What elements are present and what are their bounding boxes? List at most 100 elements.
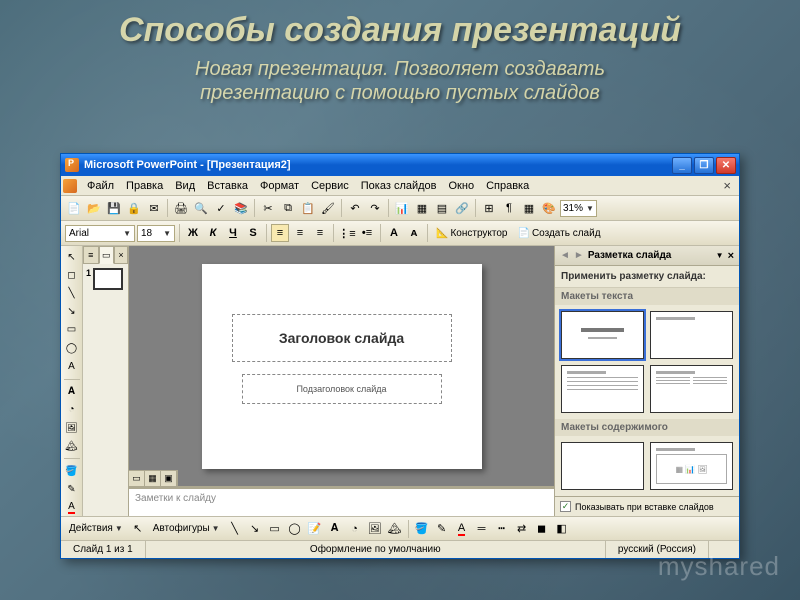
underline-button[interactable]: Ч	[224, 224, 242, 242]
doc-close-button[interactable]: ×	[717, 178, 737, 193]
outline-tab[interactable]: ≡	[83, 246, 99, 264]
table-button[interactable]: ▦	[413, 199, 431, 217]
bold-button[interactable]: Ж	[184, 224, 202, 242]
spell-button[interactable]: ✓	[212, 199, 230, 217]
menu-window[interactable]: Окно	[443, 178, 481, 194]
taskpane-title[interactable]: Разметка слайда	[588, 250, 712, 261]
bullets-button[interactable]: •≡	[358, 224, 376, 242]
arrow-button[interactable]: ↘	[246, 520, 264, 538]
tables-borders-button[interactable]: ▤	[433, 199, 451, 217]
taskpane-close-button[interactable]: ×	[728, 250, 734, 262]
wordart-tool[interactable]: 𝐀	[63, 383, 80, 399]
picture-tool[interactable]: 🏔	[63, 438, 80, 454]
normal-view-button[interactable]: ▭	[129, 471, 145, 486]
increase-font-button[interactable]: A	[385, 224, 403, 242]
close-button[interactable]: ✕	[716, 157, 736, 174]
align-right-button[interactable]: ≡	[311, 224, 329, 242]
rectangle-tool[interactable]: ▭	[63, 322, 80, 338]
layout-title-only[interactable]	[650, 311, 733, 359]
undo-button[interactable]: ↶	[346, 199, 364, 217]
grid-button[interactable]: ▦	[520, 199, 538, 217]
cut-button[interactable]: ✂	[259, 199, 277, 217]
designer-button[interactable]: 📐Конструктор	[432, 228, 511, 239]
align-center-button[interactable]: ≡	[291, 224, 309, 242]
new-slide-button[interactable]: 📄Создать слайд	[513, 228, 604, 239]
arrow-style-button[interactable]: ⇄	[513, 520, 531, 538]
menu-tools[interactable]: Сервис	[305, 178, 355, 194]
textbox-button[interactable]: 📝	[306, 520, 324, 538]
show-on-insert-checkbox[interactable]: ✓	[560, 501, 571, 512]
decrease-font-button[interactable]: ᴀ	[405, 224, 423, 242]
print-button[interactable]: 🖨	[172, 199, 190, 217]
oval-button[interactable]: ◯	[286, 520, 304, 538]
italic-button[interactable]: К	[204, 224, 222, 242]
layout-blank[interactable]	[561, 442, 644, 490]
permission-button[interactable]: 🔒	[125, 199, 143, 217]
oval-tool[interactable]: ◯	[63, 340, 80, 356]
fill-color-tool[interactable]: 🪣	[63, 463, 80, 479]
select-objects-button[interactable]: ↖	[129, 520, 147, 538]
layout-title-text[interactable]	[561, 365, 644, 413]
autoshapes-tool[interactable]: ◻	[63, 267, 80, 283]
actions-dropdown[interactable]: Действия ▼	[65, 523, 127, 534]
autoshapes-dropdown[interactable]: Автофигуры ▼	[149, 523, 224, 534]
font-color-tool[interactable]: A	[63, 500, 80, 516]
save-button[interactable]: 💾	[105, 199, 123, 217]
taskpane-back-button[interactable]: ◄	[560, 250, 570, 261]
layout-title-slide[interactable]	[561, 311, 644, 359]
tabs-close-button[interactable]: ×	[114, 246, 128, 264]
slides-tab[interactable]: ▭	[99, 246, 115, 264]
menu-view[interactable]: Вид	[169, 178, 201, 194]
insert-picture-button[interactable]: 🏔	[386, 520, 404, 538]
color-button[interactable]: 🎨	[540, 199, 558, 217]
line-tool[interactable]: ╲	[63, 285, 80, 301]
chart-button[interactable]: 📊	[393, 199, 411, 217]
menu-slideshow[interactable]: Показ слайдов	[355, 178, 443, 194]
new-button[interactable]: 📄	[65, 199, 83, 217]
fill-color-button[interactable]: 🪣	[413, 520, 431, 538]
subtitle-placeholder[interactable]: Подзаголовок слайда	[242, 374, 442, 404]
notes-area[interactable]: Заметки к слайду	[129, 486, 554, 516]
menu-file[interactable]: Файл	[81, 178, 120, 194]
sorter-view-button[interactable]: ▦	[145, 471, 161, 486]
line-color-button[interactable]: ✎	[433, 520, 451, 538]
slide-area[interactable]: Заголовок слайда Подзаголовок слайда ▭ ▦…	[129, 246, 554, 486]
3d-style-button[interactable]: ◧	[553, 520, 571, 538]
dash-style-button[interactable]: ┅	[493, 520, 511, 538]
line-color-tool[interactable]: ✎	[63, 482, 80, 498]
diagram-button[interactable]: ◔	[346, 520, 364, 538]
menu-edit[interactable]: Правка	[120, 178, 169, 194]
menu-format[interactable]: Формат	[254, 178, 305, 194]
paste-button[interactable]: 📋	[299, 199, 317, 217]
select-tool[interactable]: ↖	[63, 249, 80, 265]
clipart-button[interactable]: 🖼	[366, 520, 384, 538]
expand-button[interactable]: ⊞	[480, 199, 498, 217]
shadow-style-button[interactable]: ◼	[533, 520, 551, 538]
hyperlink-button[interactable]: 🔗	[453, 199, 471, 217]
research-button[interactable]: 📚	[232, 199, 250, 217]
layout-two-column[interactable]	[650, 365, 733, 413]
zoom-selector[interactable]: 31%▼	[560, 200, 597, 217]
slide-canvas[interactable]: Заголовок слайда Подзаголовок слайда	[202, 264, 482, 469]
wordart-button[interactable]: 𝐀	[326, 520, 344, 538]
slideshow-view-button[interactable]: ▣	[161, 471, 177, 486]
open-button[interactable]: 📂	[85, 199, 103, 217]
layout-content[interactable]: ▦ 📊 🖼	[650, 442, 733, 490]
font-selector[interactable]: Arial▼	[65, 225, 135, 242]
font-color-button[interactable]: A	[453, 520, 471, 538]
line-button[interactable]: ╲	[226, 520, 244, 538]
format-painter-button[interactable]: 🖌	[319, 199, 337, 217]
textbox-tool[interactable]: A	[63, 358, 80, 374]
menu-help[interactable]: Справка	[480, 178, 535, 194]
show-formatting-button[interactable]: ¶	[500, 199, 518, 217]
rectangle-button[interactable]: ▭	[266, 520, 284, 538]
align-left-button[interactable]: ≡	[271, 224, 289, 242]
line-style-button[interactable]: ═	[473, 520, 491, 538]
numbering-button[interactable]: ⋮≡	[338, 224, 356, 242]
title-placeholder[interactable]: Заголовок слайда	[232, 314, 452, 362]
email-button[interactable]: ✉	[145, 199, 163, 217]
arrow-tool[interactable]: ↘	[63, 304, 80, 320]
shadow-button[interactable]: S	[244, 224, 262, 242]
font-size-selector[interactable]: 18▼	[137, 225, 175, 242]
menu-insert[interactable]: Вставка	[201, 178, 254, 194]
